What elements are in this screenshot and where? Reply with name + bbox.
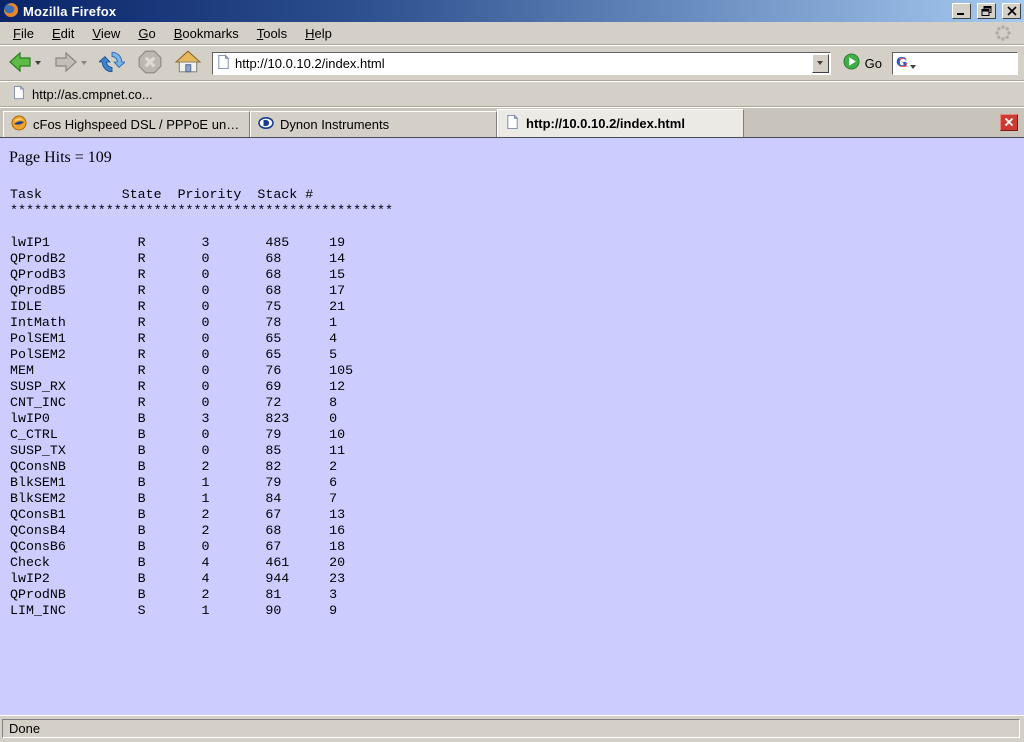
titlebar: Mozilla Firefox [0,0,1024,22]
page-content: Page Hits = 109 Task State Priority Stac… [0,138,1024,715]
menu-file[interactable]: File [4,23,43,44]
bookmark-page-icon [12,85,26,103]
url-input[interactable] [231,54,812,72]
tab-page-icon [505,114,520,133]
dynon-icon [258,115,274,134]
forward-dropdown-icon [81,61,87,65]
page-icon [216,54,231,73]
menu-tools[interactable]: Tools [248,23,296,44]
status-bar: Done [0,715,1024,742]
search-engine-dropdown-icon[interactable] [910,65,916,69]
search-box: G [892,52,1018,75]
status-text: Done [9,721,40,736]
restore-button[interactable] [977,3,996,19]
home-button[interactable] [172,47,204,80]
url-dropdown-button[interactable] [812,54,829,73]
menu-go[interactable]: Go [129,23,164,44]
tab-dynon[interactable]: Dynon Instruments [250,111,497,137]
tab-label: cFos Highspeed DSL / PPPoE und ISDN CAP.… [33,117,242,132]
back-dropdown-icon [35,61,41,65]
menu-view[interactable]: View [83,23,129,44]
search-input[interactable] [917,55,1014,72]
status-field: Done [2,719,1020,738]
menu-bookmarks[interactable]: Bookmarks [165,23,248,44]
go-button[interactable]: Go [837,53,892,73]
minimize-button[interactable] [952,3,971,19]
throbber-icon [994,24,1012,42]
firefox-icon [3,2,19,21]
close-tab-button[interactable] [1000,114,1018,131]
stop-button[interactable] [134,47,166,80]
reload-button[interactable] [96,47,128,80]
url-bar [212,52,831,75]
bookmark-item[interactable]: http://as.cmpnet.co... [6,83,159,105]
stop-icon [137,49,163,78]
home-icon [175,49,201,78]
back-arrow-icon [7,50,33,77]
tab-label: http://10.0.10.2/index.html [526,116,685,131]
task-table: Task State Priority Stack # ************… [10,187,1024,619]
page-hits-text: Page Hits = 109 [9,149,1024,167]
bookmarks-toolbar: http://as.cmpnet.co... [0,81,1024,107]
menubar: File Edit View Go Bookmarks Tools Help [0,22,1024,45]
menu-edit[interactable]: Edit [43,23,83,44]
go-icon [843,53,860,73]
tab-active-index-page[interactable]: http://10.0.10.2/index.html [497,109,744,137]
go-label: Go [865,56,882,71]
reload-icon [99,49,125,78]
url-dropdown-icon [817,61,823,65]
window-title: Mozilla Firefox [23,4,116,19]
menu-help[interactable]: Help [296,23,341,44]
tab-strip: cFos Highspeed DSL / PPPoE und ISDN CAP.… [0,107,1024,138]
navigation-toolbar: Go G [0,45,1024,81]
tab-cfos[interactable]: cFos Highspeed DSL / PPPoE und ISDN CAP.… [3,111,250,137]
tab-label: Dynon Instruments [280,117,389,132]
cfos-icon [11,115,27,134]
browser-window: Mozilla Firefox File Edit View Go Bookma… [0,0,1024,742]
bookmark-label: http://as.cmpnet.co... [32,87,153,102]
forward-arrow-icon [53,50,79,77]
close-button[interactable] [1002,3,1021,19]
back-button[interactable] [4,48,44,79]
google-icon: G [896,56,907,70]
forward-button[interactable] [50,48,90,79]
